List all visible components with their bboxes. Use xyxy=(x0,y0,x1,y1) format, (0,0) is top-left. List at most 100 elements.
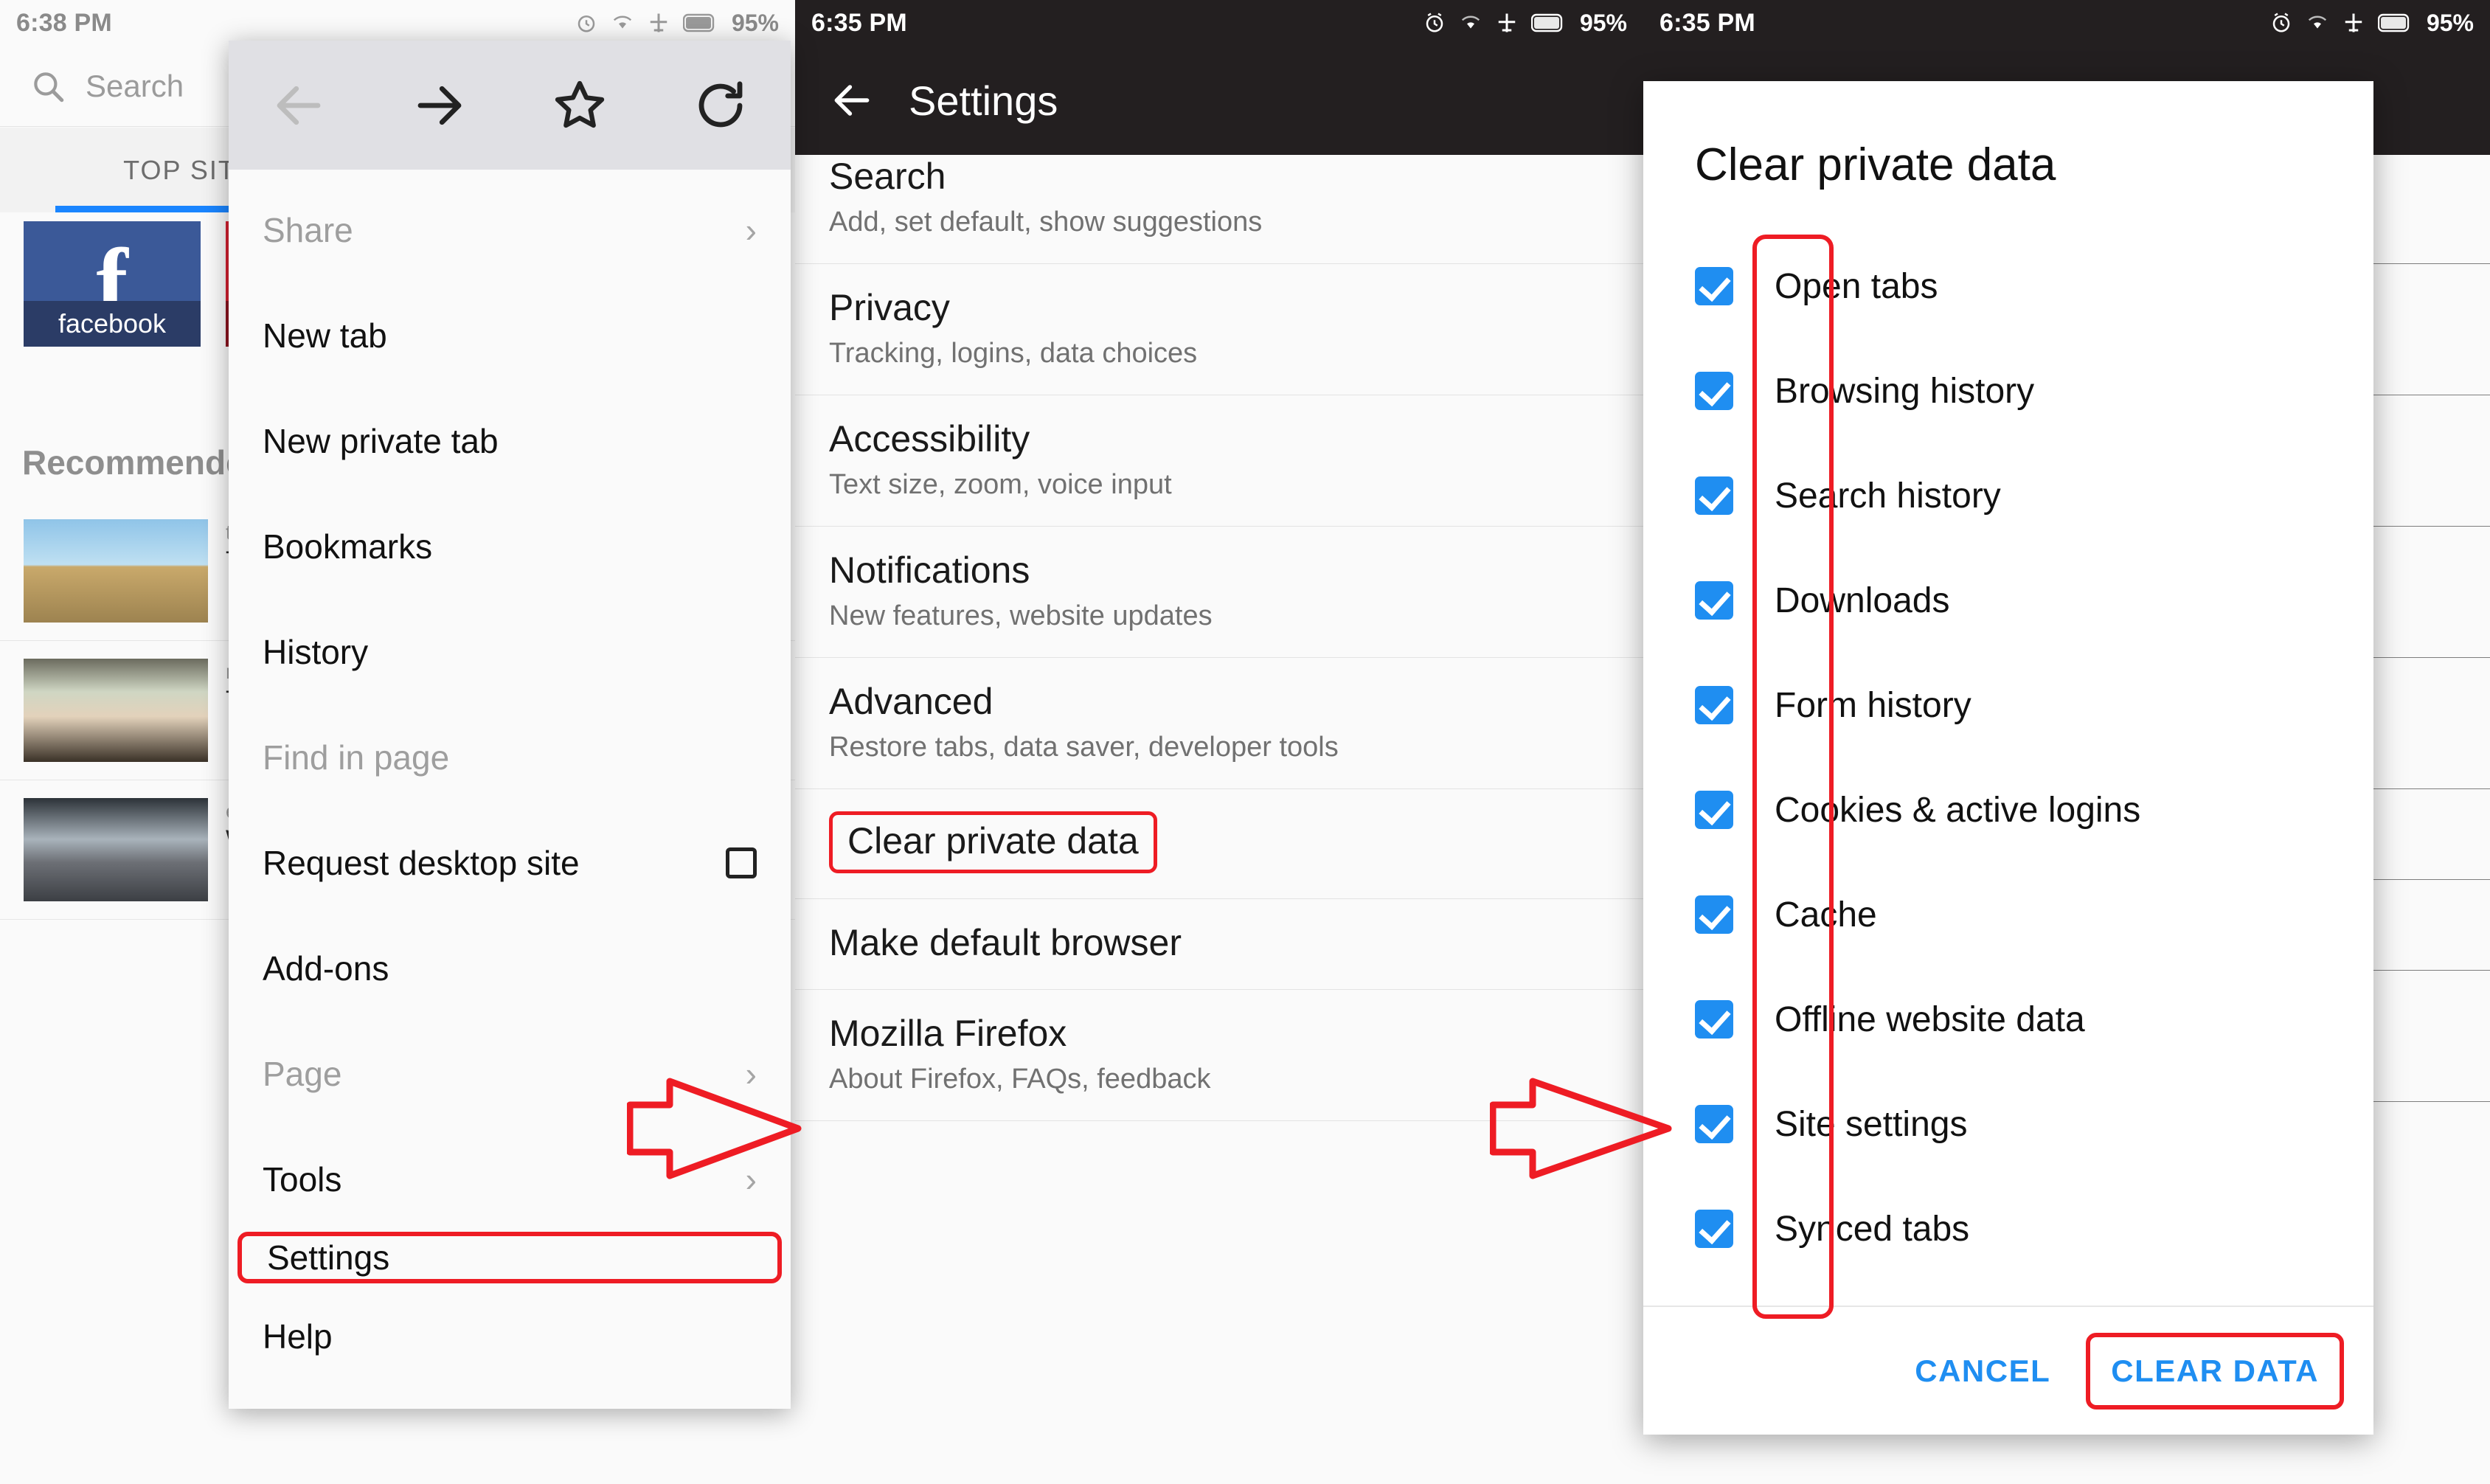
home-status-bar: 6:38 PM 95% xyxy=(0,0,795,46)
cancel-button[interactable]: CANCEL xyxy=(1893,1337,2073,1405)
reload-icon xyxy=(698,80,743,127)
search-placeholder: Search xyxy=(86,68,184,103)
checkbox-form-history[interactable] xyxy=(1695,686,1733,724)
settings-row-title: Advanced xyxy=(829,681,993,722)
recommendation-thumbnail xyxy=(24,519,208,623)
menu-item-settings[interactable]: Settings xyxy=(237,1232,782,1283)
checkbox-search-history[interactable] xyxy=(1695,476,1733,515)
search-icon xyxy=(34,72,64,102)
settings-row-make-default-browser[interactable]: Make default browser xyxy=(795,899,1643,990)
battery-icon xyxy=(1530,13,1563,32)
status-time: 6:35 PM xyxy=(1660,8,1755,37)
alarm-icon xyxy=(1426,13,1443,32)
menu-item-list: Share › New tab New private tab Bookmark… xyxy=(229,170,791,1409)
settings-row-search[interactable]: Search Add, set default, show suggestion… xyxy=(795,155,1643,264)
menu-bookmark-button[interactable] xyxy=(510,76,651,135)
settings-row-title: Accessibility xyxy=(829,418,1030,460)
menu-item-tools[interactable]: Tools › xyxy=(229,1126,791,1232)
menu-reload-button[interactable] xyxy=(651,77,791,134)
forward-arrow-icon xyxy=(417,86,462,125)
menu-item-label: Find in page xyxy=(263,738,450,777)
menu-item-help[interactable]: Help xyxy=(229,1283,791,1389)
recommendation-thumbnail xyxy=(24,798,208,901)
settings-row-title: Privacy xyxy=(829,287,950,328)
settings-row-mozilla-firefox[interactable]: Mozilla Firefox About Firefox, FAQs, fee… xyxy=(795,990,1643,1121)
checkbox-cookies-active-logins[interactable] xyxy=(1695,791,1733,829)
menu-forward-button[interactable] xyxy=(370,77,510,134)
checkbox-synced-tabs[interactable] xyxy=(1695,1210,1733,1248)
menu-item-label: New private tab xyxy=(263,421,499,460)
settings-row-subtitle: Restore tabs, data saver, developer tool… xyxy=(829,732,1339,763)
menu-item-new-tab[interactable]: New tab xyxy=(229,282,791,388)
menu-item-label: Help xyxy=(263,1317,333,1356)
top-site-label: facebook xyxy=(24,301,201,347)
dialog-status-bar: 6:35 PM 95% xyxy=(1643,0,2490,46)
airplane-mode-icon xyxy=(1498,13,1516,32)
menu-item-new-private-tab[interactable]: New private tab xyxy=(229,388,791,493)
settings-row-subtitle: New features, website updates xyxy=(829,600,1213,631)
settings-status-bar: 6:35 PM 95% xyxy=(795,0,1643,46)
checkbox-open-tabs[interactable] xyxy=(1695,267,1733,305)
checkbox-browsing-history[interactable] xyxy=(1695,372,1733,410)
menu-item-find-in-page[interactable]: Find in page xyxy=(229,704,791,810)
settings-row-accessibility[interactable]: Accessibility Text size, zoom, voice inp… xyxy=(795,395,1643,527)
dialog-action-bar: CANCEL CLEAR DATA xyxy=(1643,1306,2373,1435)
status-battery-pct: 95% xyxy=(1579,9,1627,36)
status-battery-pct: 95% xyxy=(731,9,779,36)
settings-row-title: Make default browser xyxy=(829,922,1182,963)
clear-data-button[interactable]: CLEAR DATA xyxy=(2086,1332,2344,1410)
checkbox-cache[interactable] xyxy=(1695,895,1733,934)
annotation-bracket-checkboxes xyxy=(1752,235,1834,1319)
checkbox-site-settings[interactable] xyxy=(1695,1105,1733,1143)
dialog-title: Clear private data xyxy=(1695,139,2056,190)
checkbox-offline-website-data[interactable] xyxy=(1695,1000,1733,1039)
settings-row-clear-private-data[interactable]: Clear private data xyxy=(795,789,1643,899)
menu-item-label: Share xyxy=(263,210,353,249)
menu-item-bookmarks[interactable]: Bookmarks xyxy=(229,493,791,599)
page-title: Settings xyxy=(909,77,1058,124)
chevron-right-icon: › xyxy=(745,1054,757,1093)
settings-row-notifications[interactable]: Notifications New features, website upda… xyxy=(795,527,1643,658)
menu-item-add-ons[interactable]: Add-ons xyxy=(229,915,791,1021)
menu-item-label: Page xyxy=(263,1054,342,1093)
settings-row-title: Notifications xyxy=(829,549,1030,591)
status-icons: 95% xyxy=(575,10,779,37)
status-time: 6:38 PM xyxy=(16,8,112,37)
request-desktop-site-checkbox[interactable] xyxy=(726,847,757,878)
menu-item-label: Tools xyxy=(263,1159,342,1199)
star-icon xyxy=(555,80,605,128)
wifi-icon xyxy=(2308,15,2327,29)
status-icons: 95% xyxy=(2270,10,2474,37)
menu-back-button[interactable] xyxy=(229,77,370,134)
menu-item-page[interactable]: Page › xyxy=(229,1021,791,1126)
settings-list: Search Add, set default, show suggestion… xyxy=(795,155,1643,1484)
settings-row-privacy[interactable]: Privacy Tracking, logins, data choices xyxy=(795,264,1643,395)
wifi-icon xyxy=(613,15,632,29)
browser-menu-popup[interactable]: Share › New tab New private tab Bookmark… xyxy=(229,41,791,1409)
menu-item-label: History xyxy=(263,632,369,671)
settings-row-subtitle: Add, set default, show suggestions xyxy=(829,207,1263,237)
chevron-right-icon: › xyxy=(745,210,757,249)
menu-item-share[interactable]: Share › xyxy=(229,177,791,282)
menu-toolbar xyxy=(229,41,791,170)
menu-item-history[interactable]: History xyxy=(229,599,791,704)
status-time: 6:35 PM xyxy=(811,8,907,37)
settings-row-title: Mozilla Firefox xyxy=(829,1013,1067,1054)
settings-row-advanced[interactable]: Advanced Restore tabs, data saver, devel… xyxy=(795,658,1643,789)
menu-item-request-desktop-site[interactable]: Request desktop site xyxy=(229,810,791,915)
back-arrow-icon[interactable] xyxy=(829,77,875,123)
menu-item-label: Request desktop site xyxy=(263,843,580,882)
settings-row-title: Clear private data xyxy=(829,811,1157,873)
settings-row-subtitle: Tracking, logins, data choices xyxy=(829,338,1198,369)
settings-row-subtitle: About Firefox, FAQs, feedback xyxy=(829,1064,1211,1095)
settings-row-subtitle: Text size, zoom, voice input xyxy=(829,469,1172,500)
airplane-mode-icon xyxy=(2345,13,2362,32)
status-battery-pct: 95% xyxy=(2426,9,2474,36)
top-site-tile-facebook[interactable]: f facebook xyxy=(24,221,201,347)
chevron-right-icon: › xyxy=(745,1159,757,1199)
status-icons: 95% xyxy=(1423,10,1627,37)
back-arrow-icon xyxy=(277,86,321,125)
checkbox-downloads[interactable] xyxy=(1695,581,1733,620)
settings-row-title: Search xyxy=(829,156,946,197)
menu-item-label: Settings xyxy=(267,1238,390,1277)
